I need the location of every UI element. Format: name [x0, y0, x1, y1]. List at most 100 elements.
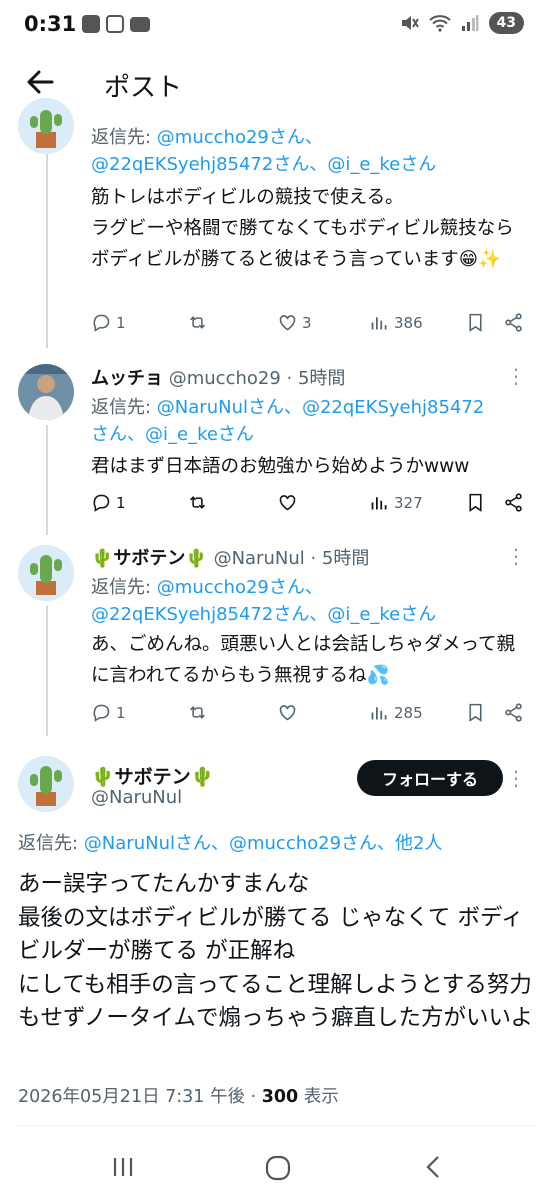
- reply-count: 1: [116, 313, 126, 332]
- like-button[interactable]: 3: [277, 312, 312, 333]
- retweet-icon: [189, 706, 206, 719]
- view-count: 327: [394, 493, 423, 512]
- tweet-meta: 2026年05月21日 7:31 午後 · 300 表示: [18, 1083, 339, 1108]
- bookmark-icon: [469, 493, 482, 512]
- views-button[interactable]: 327: [369, 492, 423, 513]
- reply-to-line: 返信先: @NaruNulさん、@22qEKSyehj85472 さん、@i_e…: [91, 397, 485, 445]
- page-title: ポスト: [104, 73, 183, 103]
- mention-link[interactable]: @NaruNulさん、@muccho29さん、他2人: [84, 833, 443, 854]
- reply-icon: [93, 704, 110, 722]
- mention-link[interactable]: @NaruNulさん、@22qEKSyehj85472: [157, 397, 485, 418]
- view-count: 386: [394, 313, 423, 332]
- handle-time: @muccho29 · 5時間: [168, 368, 346, 389]
- view-count: 300: [261, 1087, 299, 1107]
- view-count: 285: [394, 703, 423, 722]
- retweet-icon: [189, 496, 206, 509]
- reply-button[interactable]: 1: [91, 702, 126, 723]
- thread-line: [46, 606, 48, 736]
- tweet-header: ムッチョ @muccho29 · 5時間: [91, 364, 345, 390]
- timestamp[interactable]: 2026年05月21日 7:31 午後 ·: [18, 1087, 262, 1107]
- view-label: 表示: [298, 1087, 339, 1107]
- reply-icon: [93, 314, 110, 332]
- more-icon[interactable]: ⋮: [506, 366, 526, 386]
- share-icon: [505, 313, 522, 332]
- youtube-icon: [130, 17, 150, 32]
- retweet-button[interactable]: [187, 492, 208, 513]
- views-button[interactable]: 285: [369, 702, 423, 723]
- tweet-actions: 1 3 386: [91, 312, 531, 336]
- tweet-text: 君はまず日本語のお勉強から始めようかwww: [91, 456, 470, 477]
- tweet-text: 筋トレはボディビルの競技で使える。 ラグビーや格闘で勝てなくてもボディビル競技な…: [91, 187, 514, 270]
- reply-count: 1: [116, 493, 126, 512]
- like-count: 3: [302, 313, 312, 332]
- nav-back-icon[interactable]: [422, 1154, 446, 1180]
- back-arrow-icon[interactable]: [24, 66, 56, 98]
- views-icon: [371, 497, 387, 510]
- system-nav-bar: [0, 1138, 554, 1200]
- home-icon[interactable]: [264, 1154, 292, 1182]
- retweet-button[interactable]: [187, 702, 208, 723]
- tweet-header: 🌵サボテン🌵 @NaruNul · 5時間: [91, 544, 369, 570]
- mention-link[interactable]: @22qEKSyehj85472さん、@i_e_keさん: [91, 604, 436, 625]
- status-time: 0:31: [24, 12, 77, 36]
- retweet-icon: [189, 316, 206, 329]
- status-bar: 0:31 43: [0, 0, 554, 52]
- mute-icon: [401, 16, 419, 30]
- reply-to-line: 返信先: @NaruNulさん、@muccho29さん、他2人: [18, 833, 443, 854]
- avatar[interactable]: [18, 98, 74, 154]
- share-button[interactable]: [503, 702, 524, 723]
- share-icon: [505, 493, 522, 512]
- handle-time: @NaruNul · 5時間: [213, 548, 370, 569]
- recent-apps-icon[interactable]: [110, 1154, 136, 1180]
- bookmark-icon: [469, 703, 482, 722]
- avatar[interactable]: [18, 364, 74, 420]
- bookmark-icon: [469, 313, 482, 332]
- more-icon[interactable]: ⋮: [506, 768, 526, 788]
- tweet-text: あー誤字ってたんかすまんな 最後の文はボディビルが勝てる じゃなくて ボディビル…: [18, 871, 534, 1031]
- battery-badge: 43: [488, 12, 524, 34]
- bookmark-button[interactable]: [465, 492, 486, 513]
- bookmark-button[interactable]: [465, 702, 486, 723]
- share-button[interactable]: [503, 312, 524, 333]
- views-icon: [371, 317, 387, 330]
- tweet-actions: 1 327: [91, 492, 531, 516]
- mention-link[interactable]: @22qEKSyehj85472さん、@i_e_keさん: [91, 154, 436, 175]
- views-icon: [371, 707, 387, 720]
- display-name[interactable]: 🌵サボテン🌵: [91, 762, 214, 789]
- mention-link[interactable]: @muccho29さん、: [157, 127, 323, 148]
- reply-button[interactable]: 1: [91, 492, 126, 513]
- handle[interactable]: @NaruNul: [91, 787, 182, 808]
- mention-link[interactable]: さん、@i_e_keさん: [91, 424, 254, 445]
- reply-icon: [93, 494, 110, 512]
- thread-line: [46, 425, 48, 535]
- share-button[interactable]: [503, 492, 524, 513]
- follow-button[interactable]: フォローする: [357, 760, 503, 796]
- like-icon: [279, 495, 296, 511]
- like-icon: [279, 705, 296, 721]
- tweet-actions: 1 285: [91, 702, 531, 726]
- bookmark-button[interactable]: [465, 312, 486, 333]
- mention-link[interactable]: @muccho29さん、: [157, 577, 323, 598]
- tweet-text: あ、ごめんね。頭悪い人とは会話しちゃダメって親に言われてるからもう無視するね💦: [91, 634, 516, 686]
- more-icon[interactable]: ⋮: [506, 546, 526, 566]
- signal-icon: [461, 15, 479, 31]
- like-icon: [279, 315, 296, 331]
- divider: [18, 1125, 536, 1126]
- like-button[interactable]: [277, 702, 298, 723]
- reply-to-line: 返信先: @muccho29さん、 @22qEKSyehj85472さん、@i_…: [91, 127, 437, 175]
- like-button[interactable]: [277, 492, 298, 513]
- notification-l-icon: [82, 15, 100, 33]
- avatar[interactable]: [18, 756, 74, 812]
- reply-count: 1: [116, 703, 126, 722]
- reply-to-line: 返信先: @muccho29さん、 @22qEKSyehj85472さん、@i_…: [91, 577, 437, 625]
- views-button[interactable]: 386: [369, 312, 423, 333]
- share-icon: [505, 703, 522, 722]
- thread-line: [46, 148, 48, 348]
- retweet-button[interactable]: [187, 312, 208, 333]
- wifi-icon: [428, 15, 451, 32]
- display-name[interactable]: 🌵サボテン🌵: [91, 548, 208, 569]
- screenshot-icon: [106, 15, 124, 33]
- avatar[interactable]: [18, 545, 74, 601]
- reply-button[interactable]: 1: [91, 312, 126, 333]
- display-name[interactable]: ムッチョ: [91, 368, 163, 389]
